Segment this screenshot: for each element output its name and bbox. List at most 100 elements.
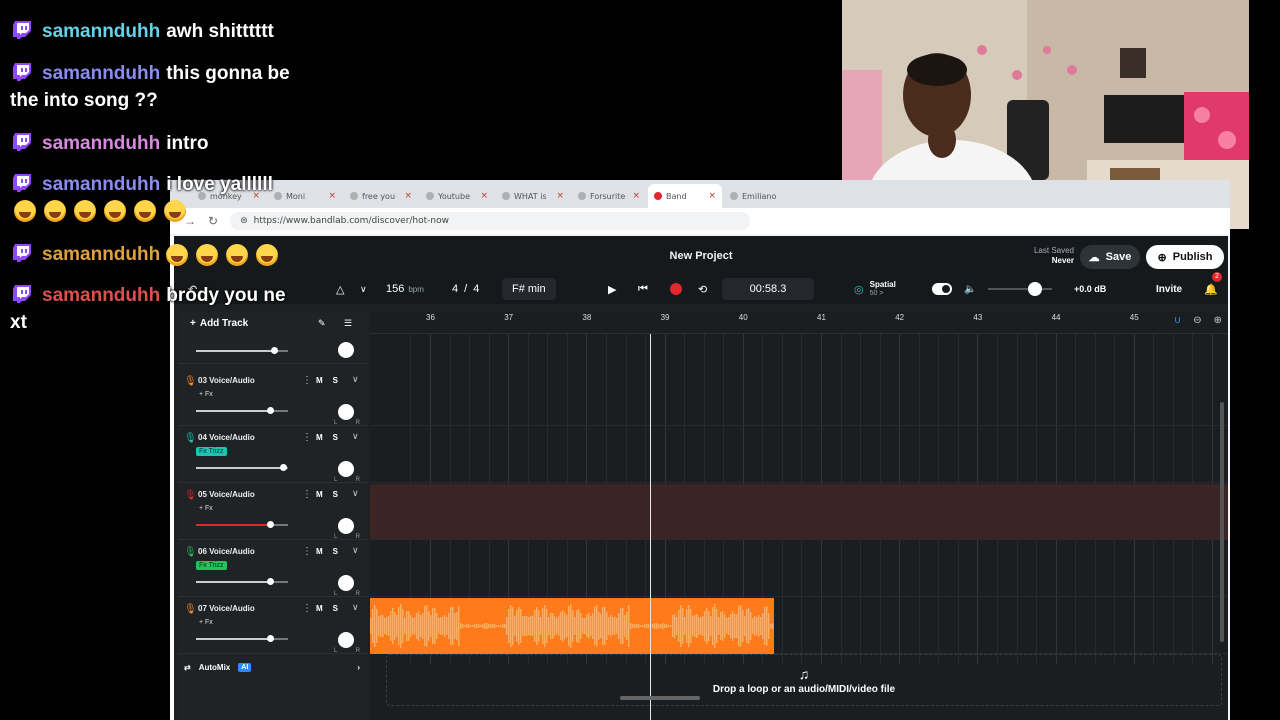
track-row[interactable]: 🎙 04 Voice/Audio ⋮ M S ∨ Fx Trizz L R xyxy=(178,427,368,483)
volume-knob[interactable] xyxy=(1028,282,1042,296)
track-name[interactable]: 07 Voice/Audio xyxy=(198,604,255,613)
chat-username[interactable]: samannduhh xyxy=(42,21,160,42)
fader-knob[interactable] xyxy=(267,521,274,528)
spatial-toggle[interactable] xyxy=(932,278,952,300)
track-lane[interactable] xyxy=(370,427,1228,483)
volume-fader[interactable] xyxy=(196,464,288,471)
fx-button[interactable]: + Fx xyxy=(196,390,216,399)
track-name[interactable]: 05 Voice/Audio xyxy=(198,490,255,499)
pan-knob[interactable] xyxy=(338,342,354,358)
mute-button[interactable]: M xyxy=(316,490,323,499)
speaker-icon[interactable]: 🔈 xyxy=(964,278,976,300)
fx-button[interactable]: Fx Trizz xyxy=(196,447,227,456)
record-button[interactable] xyxy=(670,278,682,300)
chevron-down-icon[interactable]: ∨ xyxy=(352,374,359,385)
mixer-icon[interactable]: ☰ xyxy=(344,318,352,329)
volume-fader[interactable] xyxy=(196,407,288,414)
volume-fader[interactable] xyxy=(196,521,288,528)
more-options-icon[interactable]: ⋮ xyxy=(302,546,312,557)
solo-button[interactable]: S xyxy=(333,604,338,613)
save-button[interactable]: ☁ Save xyxy=(1080,245,1140,269)
time-signature[interactable]: 4 / 4 xyxy=(452,278,479,300)
snap-magnet-icon[interactable]: ∪ xyxy=(1174,315,1181,326)
master-volume-slider[interactable] xyxy=(988,278,1052,300)
chevron-down-icon[interactable]: ∨ xyxy=(352,545,359,556)
skip-back-icon[interactable]: ⏮ xyxy=(638,278,648,300)
browser-tab[interactable]: Youtube × xyxy=(420,184,494,208)
notifications-button[interactable]: 🔔 2 xyxy=(1204,272,1222,300)
publish-button[interactable]: ⊕ Publish xyxy=(1146,245,1224,269)
more-options-icon[interactable]: ⋮ xyxy=(302,432,312,443)
zoom-in-icon[interactable]: ⊕ xyxy=(1214,315,1222,326)
fx-button[interactable]: Fx Trizz xyxy=(196,561,227,570)
playhead[interactable] xyxy=(650,334,651,720)
mute-button[interactable]: M xyxy=(316,433,323,442)
mute-button[interactable]: M xyxy=(316,547,323,556)
more-options-icon[interactable]: ⋮ xyxy=(302,489,312,500)
chat-username[interactable]: samannduhh xyxy=(42,244,160,265)
browser-tab[interactable]: Emiliano xyxy=(724,184,798,208)
automix-row[interactable]: ⇄ AutoMix AI › xyxy=(178,656,368,678)
spatial-control[interactable]: ◎ Spatial 50 > xyxy=(854,278,896,300)
chat-username[interactable]: samannduhh xyxy=(42,285,160,306)
fader-knob[interactable] xyxy=(267,578,274,585)
track-lane[interactable] xyxy=(370,370,1228,426)
mute-button[interactable]: M xyxy=(316,604,323,613)
track-name[interactable]: 04 Voice/Audio xyxy=(198,433,255,442)
close-tab-icon[interactable]: × xyxy=(404,191,412,201)
track-row[interactable]: 🎙 05 Voice/Audio ⋮ M S ∨ + Fx L R xyxy=(178,484,368,540)
track-name[interactable]: 06 Voice/Audio xyxy=(198,547,255,556)
drop-zone[interactable]: ♫ Drop a loop or an audio/MIDI/video fil… xyxy=(386,654,1222,706)
fader-knob[interactable] xyxy=(271,347,278,354)
close-tab-icon[interactable]: × xyxy=(556,191,564,201)
audio-clip[interactable] xyxy=(370,598,774,654)
browser-tab[interactable]: free you × xyxy=(344,184,418,208)
mute-button[interactable]: M xyxy=(316,376,323,385)
invite-button[interactable]: Invite xyxy=(1156,278,1182,300)
bpm-control[interactable]: 156 bpm xyxy=(386,278,424,300)
close-tab-icon[interactable]: × xyxy=(632,191,640,201)
track-lane[interactable] xyxy=(370,484,1228,540)
chat-username[interactable]: samannduhh xyxy=(42,174,160,195)
vertical-scrollbar[interactable] xyxy=(1220,402,1224,642)
fader-knob[interactable] xyxy=(267,635,274,642)
browser-tab[interactable]: Forsurite × xyxy=(572,184,646,208)
volume-fader[interactable] xyxy=(196,578,288,585)
close-tab-icon[interactable]: × xyxy=(708,191,716,201)
horizontal-scrollbar[interactable] xyxy=(620,696,700,700)
chat-username[interactable]: samannduhh xyxy=(42,63,160,84)
chevron-down-icon[interactable]: ∨ xyxy=(352,431,359,442)
loop-icon[interactable]: ⟲ xyxy=(698,278,707,300)
play-icon[interactable]: ▶ xyxy=(608,278,616,300)
track-lane[interactable] xyxy=(370,541,1228,597)
solo-button[interactable]: S xyxy=(333,433,338,442)
timeline[interactable]: 36 37 38 39 40 41 42 43 44 45 ∪ ⊖ ⊕ ♫ Drop a loop… xyxy=(370,312,1228,720)
solo-button[interactable]: S xyxy=(333,547,338,556)
close-tab-icon[interactable]: × xyxy=(480,191,488,201)
track-lane[interactable] xyxy=(370,598,1228,654)
track-row[interactable]: 🎙 07 Voice/Audio ⋮ M S ∨ + Fx L R xyxy=(178,598,368,654)
more-options-icon[interactable]: ⋮ xyxy=(302,603,312,614)
track-row[interactable]: 🎙 06 Voice/Audio ⋮ M S ∨ Fx Trizz L R xyxy=(178,541,368,597)
pan-knob[interactable] xyxy=(338,575,354,591)
chevron-down-icon[interactable]: ∨ xyxy=(352,488,359,499)
solo-button[interactable]: S xyxy=(333,490,338,499)
zoom-out-icon[interactable]: ⊖ xyxy=(1193,315,1201,326)
key-selector[interactable]: F# min xyxy=(502,278,556,300)
chevron-down-icon[interactable]: ∨ xyxy=(352,602,359,613)
chevron-right-icon[interactable]: › xyxy=(357,663,360,672)
solo-button[interactable]: S xyxy=(333,376,338,385)
timeline-ruler[interactable]: 36 37 38 39 40 41 42 43 44 45 xyxy=(370,312,1228,334)
more-options-icon[interactable]: ⋮ xyxy=(302,375,312,386)
track-row[interactable]: 🎙 03 Voice/Audio ⋮ M S ∨ + Fx L R xyxy=(178,370,368,426)
pan-knob[interactable] xyxy=(338,461,354,477)
volume-fader[interactable] xyxy=(196,347,288,354)
pan-knob[interactable] xyxy=(338,632,354,648)
chevron-down-icon[interactable]: ∨ xyxy=(360,278,367,300)
volume-fader[interactable] xyxy=(196,635,288,642)
browser-tab[interactable]: WHAT is × xyxy=(496,184,570,208)
browser-tab-active[interactable]: Band × xyxy=(648,184,722,208)
fx-button[interactable]: + Fx xyxy=(196,504,216,513)
fader-knob[interactable] xyxy=(267,407,274,414)
pan-knob[interactable] xyxy=(338,518,354,534)
